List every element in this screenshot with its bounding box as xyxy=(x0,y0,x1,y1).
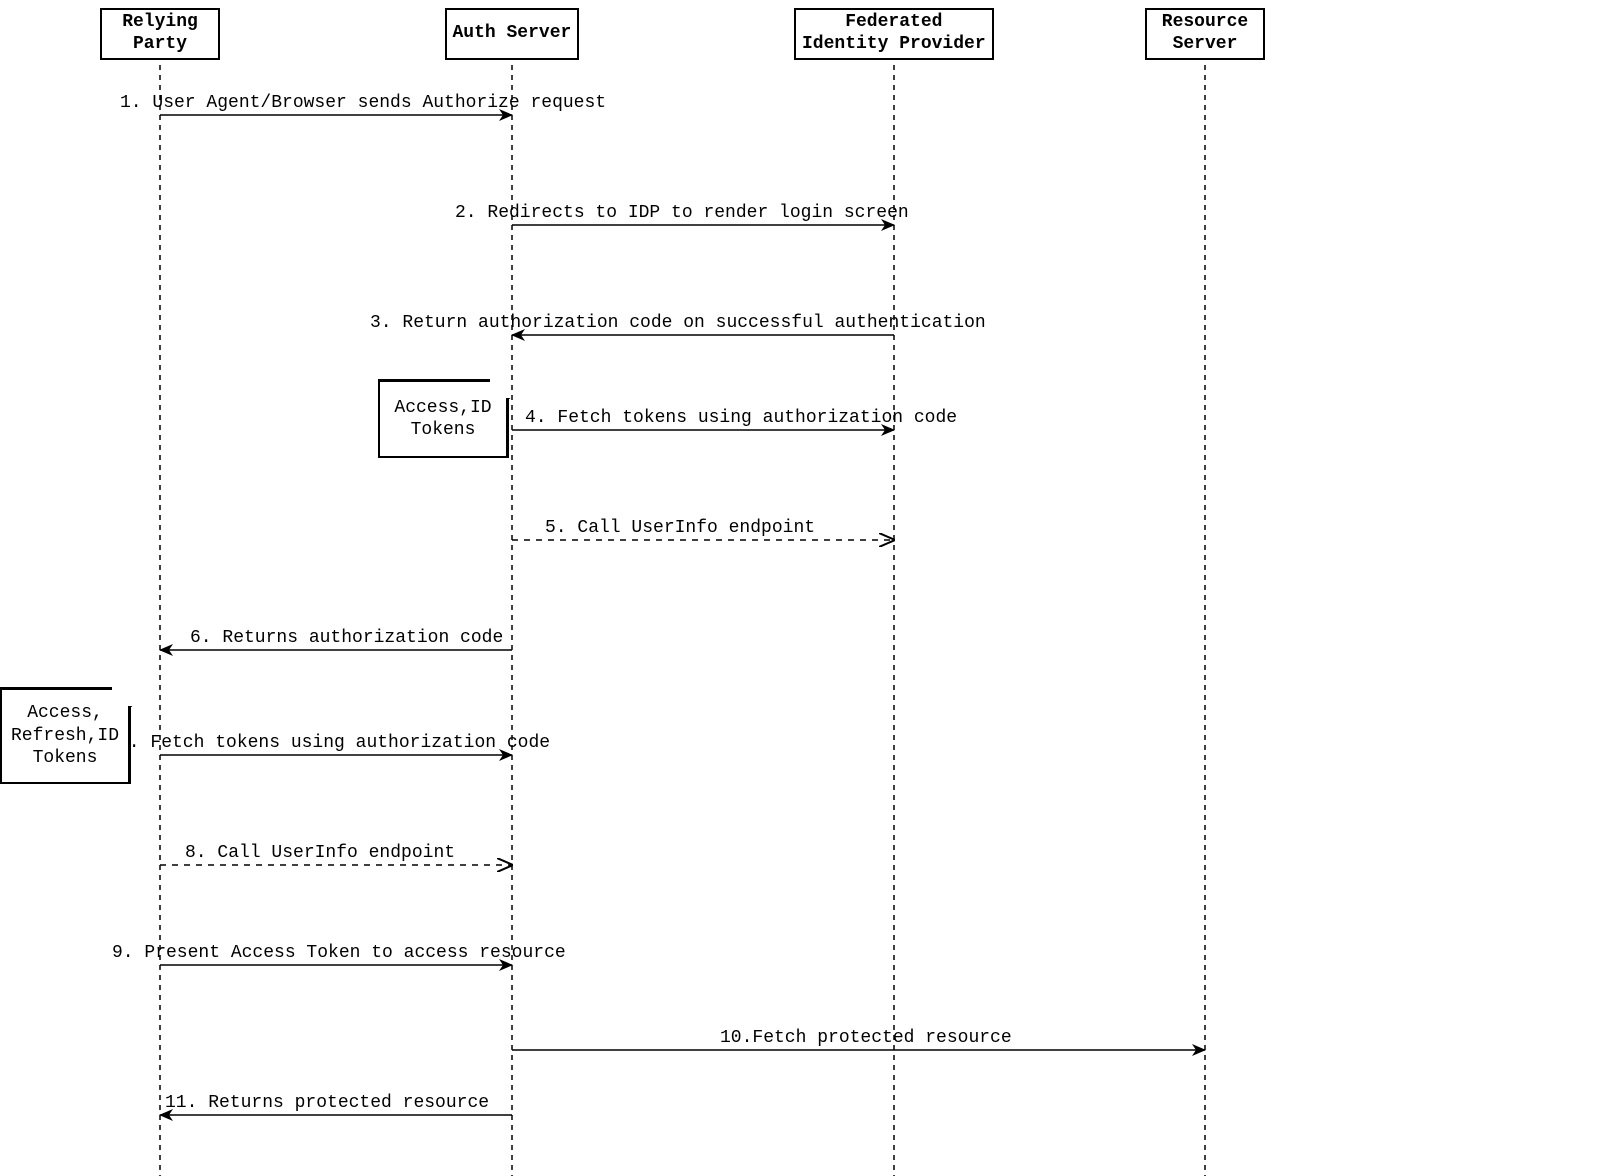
note-text: Access,Refresh,IDTokens xyxy=(11,702,119,770)
note-note-access-id: Access,IDTokens xyxy=(378,380,508,458)
message-label-1: 1. User Agent/Browser sends Authorize re… xyxy=(120,93,606,113)
message-label-4: 4. Fetch tokens using authorization code xyxy=(525,408,957,428)
message-label-9: 9. Present Access Token to access resour… xyxy=(112,943,566,963)
message-label-5: 5. Call UserInfo endpoint xyxy=(545,518,815,538)
participant-label: FederatedIdentity Provider xyxy=(802,12,986,55)
note-fold-mask xyxy=(112,686,132,706)
message-label-3: 3. Return authorization code on successf… xyxy=(370,313,986,333)
message-label-2: 2. Redirects to IDP to render login scre… xyxy=(455,203,909,223)
message-label-7: 7. Fetch tokens using authorization code xyxy=(118,733,550,753)
participant-label: ResourceServer xyxy=(1162,12,1248,55)
participant-resource-server: ResourceServer xyxy=(1145,8,1265,60)
participant-label: Auth Server xyxy=(453,23,572,45)
label-overlay: RelyingParty Auth Server FederatedIdentity… xyxy=(0,0,1604,1176)
note-text: Access,IDTokens xyxy=(394,397,491,442)
message-label-8: 8. Call UserInfo endpoint xyxy=(185,843,455,863)
participant-federated-idp: FederatedIdentity Provider xyxy=(794,8,994,60)
participant-relying-party: RelyingParty xyxy=(100,8,220,60)
participant-label: RelyingParty xyxy=(122,12,198,55)
participant-auth-server: Auth Server xyxy=(445,8,580,60)
message-label-10: 10.Fetch protected resource xyxy=(720,1028,1012,1048)
message-label-11: 11. Returns protected resource xyxy=(165,1093,489,1113)
message-label-6: 6. Returns authorization code xyxy=(190,628,503,648)
note-note-access-refresh: Access,Refresh,IDTokens xyxy=(0,688,130,784)
note-fold-mask xyxy=(490,378,510,398)
